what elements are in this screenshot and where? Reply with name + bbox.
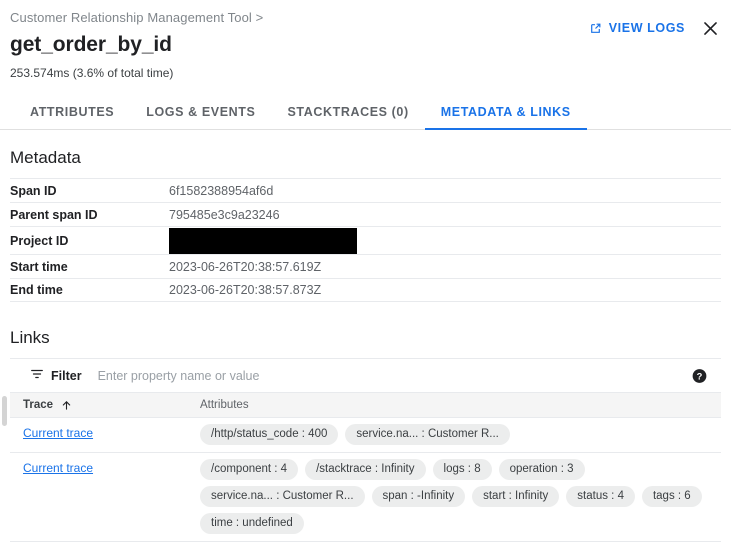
metadata-value: 6f1582388954af6d (169, 183, 274, 198)
table-row: Current trace /component : 4 /stacktrace… (10, 453, 721, 542)
metadata-section-title: Metadata (10, 148, 81, 167)
tab-stacktraces[interactable]: STACKTRACES (0) (271, 105, 424, 129)
table-row: End time 2023-06-26T20:38:57.873Z (10, 278, 721, 302)
attribute-chip[interactable]: time : undefined (200, 513, 304, 534)
trace-cell: Current trace (10, 424, 200, 440)
tab-attributes[interactable]: ATTRIBUTES (14, 105, 130, 129)
trace-cell: Current trace (10, 459, 200, 475)
current-trace-link[interactable]: Current trace (23, 426, 93, 440)
vertical-scrollbar-thumb[interactable] (2, 396, 7, 426)
filter-bar: Filter ? (10, 358, 721, 392)
tab-metadata-links[interactable]: METADATA & LINKS (424, 105, 587, 130)
column-header-attributes: Attributes (200, 399, 249, 411)
current-trace-link[interactable]: Current trace (23, 461, 93, 475)
span-details-panel: Customer Relationship Management Tool > … (0, 0, 731, 560)
metadata-value: 2023-06-26T20:38:57.619Z (169, 259, 322, 274)
external-link-icon (589, 22, 602, 35)
tab-logs-events[interactable]: LOGS & EVENTS (130, 105, 271, 129)
tab-bar: ATTRIBUTES LOGS & EVENTS STACKTRACES (0)… (0, 94, 731, 130)
metadata-value (169, 227, 357, 254)
links-table: Trace Attributes Current trace /http/sta… (10, 392, 721, 542)
links-table-header: Trace Attributes (10, 392, 721, 418)
attribute-chip[interactable]: /http/status_code : 400 (200, 424, 339, 445)
view-logs-button[interactable]: VIEW LOGS (589, 21, 685, 35)
filter-button[interactable]: Filter (30, 367, 82, 384)
filter-icon (30, 367, 44, 384)
sort-ascending-arrow-icon (61, 400, 72, 411)
panel-header: Customer Relationship Management Tool > … (0, 0, 731, 81)
redacted-value-block (169, 227, 357, 254)
filter-input[interactable] (97, 368, 518, 383)
column-header-trace-label: Trace (23, 399, 54, 411)
metadata-label: End time (10, 283, 63, 297)
links-section: Links Filter ? Trace (0, 328, 731, 542)
attribute-chip[interactable]: logs : 8 (432, 459, 492, 480)
table-row: Current trace /http/status_code : 400 se… (10, 418, 721, 453)
column-header-trace[interactable]: Trace (10, 399, 200, 411)
view-logs-label: VIEW LOGS (608, 21, 685, 35)
table-row: Project ID (10, 226, 721, 254)
close-button[interactable] (699, 17, 721, 39)
metadata-label: Start time (10, 259, 68, 274)
links-section-title: Links (10, 328, 50, 347)
attributes-cell: /http/status_code : 400 service.na... : … (200, 424, 520, 445)
attribute-chip[interactable]: operation : 3 (498, 459, 585, 480)
attribute-chip[interactable]: start : Infinity (472, 486, 560, 507)
header-actions: VIEW LOGS (589, 17, 721, 39)
metadata-label: Span ID (10, 183, 57, 198)
attribute-chip[interactable]: status : 4 (566, 486, 635, 507)
attribute-chip[interactable]: span : -Infinity (371, 486, 466, 507)
attribute-chip[interactable]: service.na... : Customer R... (200, 486, 365, 507)
metadata-table: Span ID 6f1582388954af6d Parent span ID … (10, 178, 721, 302)
table-row: Start time 2023-06-26T20:38:57.619Z (10, 254, 721, 278)
attributes-cell: /component : 4 /stacktrace : Infinity lo… (200, 459, 720, 534)
attribute-chip[interactable]: tags : 6 (641, 486, 702, 507)
table-row: Span ID 6f1582388954af6d (10, 178, 721, 202)
metadata-value: 795485e3c9a23246 (169, 207, 280, 222)
metadata-label: Parent span ID (10, 207, 98, 222)
attribute-chip[interactable]: /stacktrace : Infinity (305, 459, 426, 480)
metadata-label: Project ID (10, 233, 69, 248)
metadata-value: 2023-06-26T20:38:57.873Z (169, 283, 322, 297)
attribute-chip[interactable]: service.na... : Customer R... (345, 424, 510, 445)
duration-subtitle: 253.574ms (3.6% of total time) (10, 66, 174, 80)
help-icon[interactable]: ? (692, 368, 707, 383)
filter-label: Filter (51, 368, 82, 383)
attribute-chip[interactable]: /component : 4 (200, 459, 299, 480)
table-row: Parent span ID 795485e3c9a23246 (10, 202, 721, 226)
svg-text:?: ? (697, 371, 703, 381)
